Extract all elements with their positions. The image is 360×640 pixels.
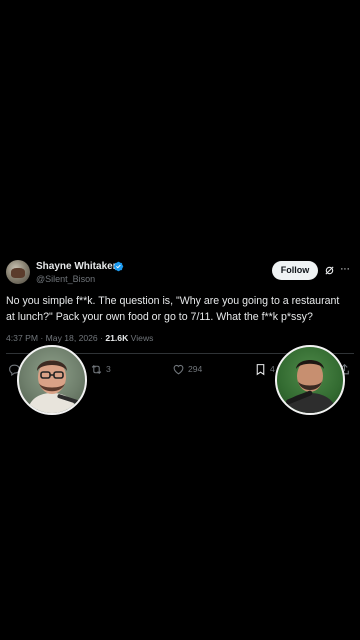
views-label: Views [128, 333, 154, 343]
author-name[interactable]: Shayne Whitaker [36, 261, 117, 272]
verified-badge-icon [113, 261, 124, 272]
retweet-icon [91, 364, 102, 374]
views-count: 21.6K [105, 333, 129, 343]
like-count: 294 [188, 364, 203, 374]
author-handle[interactable]: @Silent_Bison [36, 274, 95, 284]
bookmark-icon [256, 363, 265, 375]
heart-icon [173, 364, 184, 374]
author-avatar[interactable] [6, 260, 30, 284]
retweet-count: 3 [106, 364, 111, 374]
streamer-webcam-left [17, 345, 87, 415]
tweet-timestamp[interactable]: 4:37 PM · May 18, 2026 · [6, 333, 105, 343]
bookmark-count: 4 [270, 364, 275, 374]
grok-icon[interactable] [324, 265, 335, 276]
retweet-button[interactable]: 3 [90, 362, 111, 376]
follow-button[interactable]: Follow [272, 261, 318, 280]
like-button[interactable]: 294 [172, 362, 202, 376]
tweet-text-line-2: at lunch?" Pack your own food or go to 7… [6, 311, 313, 323]
person-image [283, 360, 337, 413]
more-horizontal-icon[interactable]: ··· [340, 264, 354, 275]
streamer-webcam-right [275, 345, 345, 415]
person-with-glasses-image [27, 360, 79, 413]
bookmark-button[interactable]: 4 [254, 362, 275, 376]
tweet-meta: 4:37 PM · May 18, 2026 · 21.6K Views [6, 333, 153, 343]
tweet-text: No you simple f**k. The question is, "Wh… [6, 293, 354, 325]
tweet-text-line-1: No you simple f**k. The question is, "Wh… [6, 295, 340, 307]
